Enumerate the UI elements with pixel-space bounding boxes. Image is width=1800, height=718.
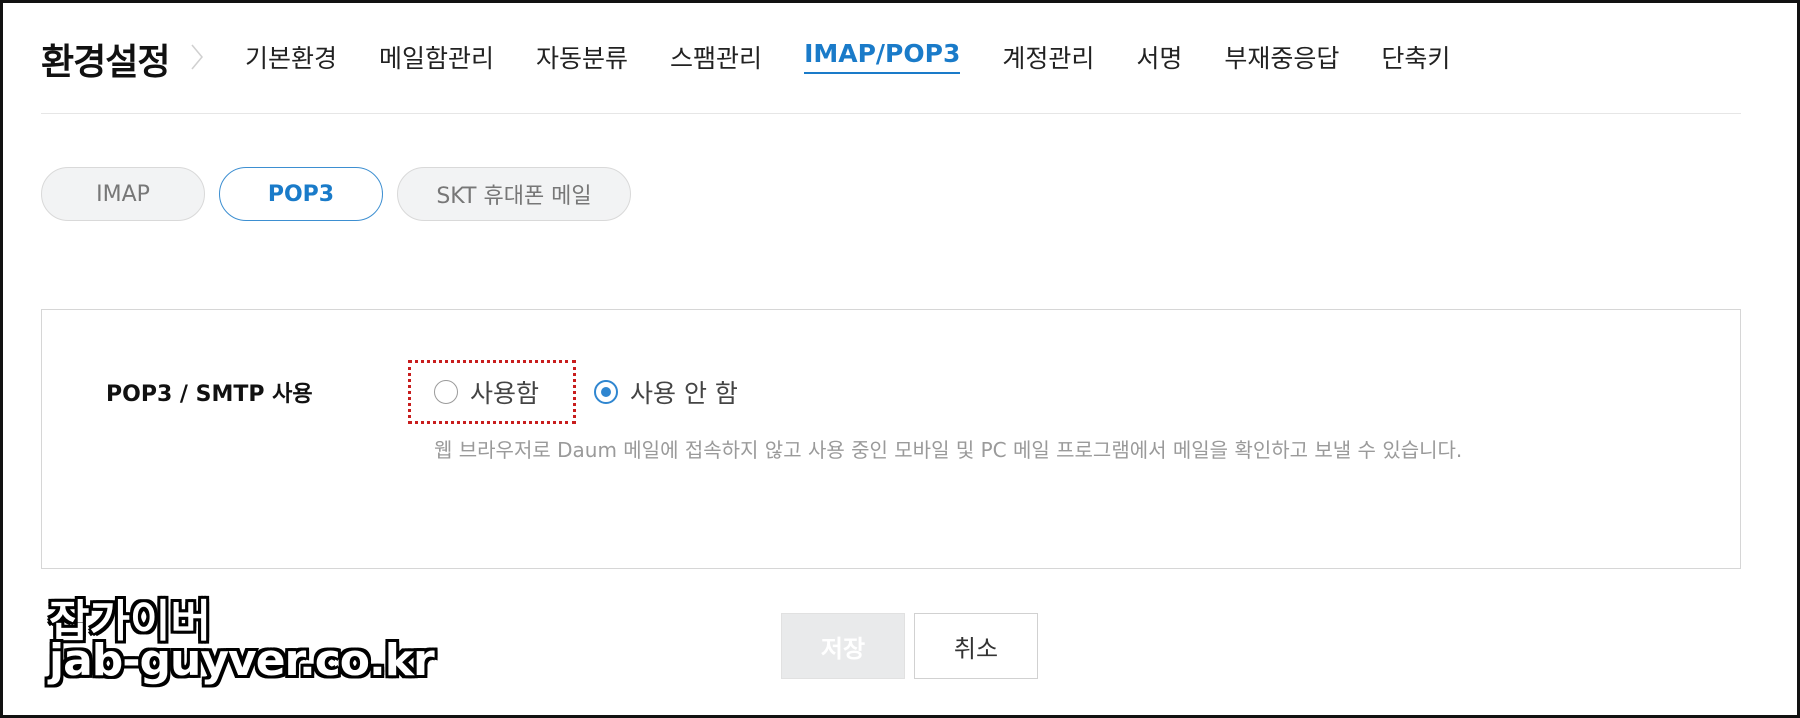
- pop3-description: 웹 브라우저로 Daum 메일에 접속하지 않고 사용 중인 모바일 및 PC …: [434, 438, 1463, 462]
- nav-spam[interactable]: 스팸관리: [670, 39, 762, 79]
- nav-imap-pop3[interactable]: IMAP/POP3: [804, 39, 961, 74]
- nav-signature[interactable]: 서명: [1136, 39, 1182, 79]
- pop3-smtp-label: POP3 / SMTP 사용: [106, 382, 313, 407]
- nav-basic[interactable]: 기본환경: [245, 39, 337, 79]
- tab-skt-mobile-mail[interactable]: SKT 휴대폰 메일: [397, 167, 631, 221]
- save-button[interactable]: 저장: [781, 613, 905, 679]
- radio-disable[interactable]: 사용 안 함: [594, 374, 738, 410]
- nav-away-reply[interactable]: 부재중응답: [1224, 39, 1339, 79]
- nav-account[interactable]: 계정관리: [1002, 39, 1094, 79]
- radio-disable-label: 사용 안 함: [630, 379, 738, 408]
- settings-header: 환경설정 기본환경 메일함관리 자동분류 스팸관리 IMAP/POP3 계정관리…: [41, 3, 1741, 113]
- radio-enable[interactable]: 사용함: [434, 374, 539, 410]
- window-frame: 환경설정 기본환경 메일함관리 자동분류 스팸관리 IMAP/POP3 계정관리…: [0, 0, 1800, 718]
- protocol-tabs: IMAP POP3 SKT 휴대폰 메일: [41, 167, 645, 221]
- nav-mailbox[interactable]: 메일함관리: [379, 39, 494, 79]
- page-title: 환경설정: [41, 42, 170, 83]
- settings-nav: 기본환경 메일함관리 자동분류 스팸관리 IMAP/POP3 계정관리 서명 부…: [245, 39, 1492, 79]
- chevron-right-icon: [191, 44, 203, 70]
- radio-circle-checked-icon[interactable]: [594, 380, 618, 404]
- nav-shortcuts[interactable]: 단축키: [1381, 39, 1450, 79]
- tab-imap[interactable]: IMAP: [41, 167, 205, 221]
- radio-enable-label: 사용함: [470, 379, 540, 408]
- watermark-url: jab-guyver.co.kr: [49, 635, 435, 686]
- tab-pop3[interactable]: POP3: [219, 167, 383, 221]
- radio-circle-icon[interactable]: [434, 380, 458, 404]
- header-divider: [41, 113, 1741, 114]
- pop3-settings-panel: POP3 / SMTP 사용 사용함 사용 안 함 웹 브라우저로 Daum 메…: [41, 309, 1741, 569]
- nav-auto-sort[interactable]: 자동분류: [536, 39, 628, 79]
- cancel-button[interactable]: 취소: [914, 613, 1038, 679]
